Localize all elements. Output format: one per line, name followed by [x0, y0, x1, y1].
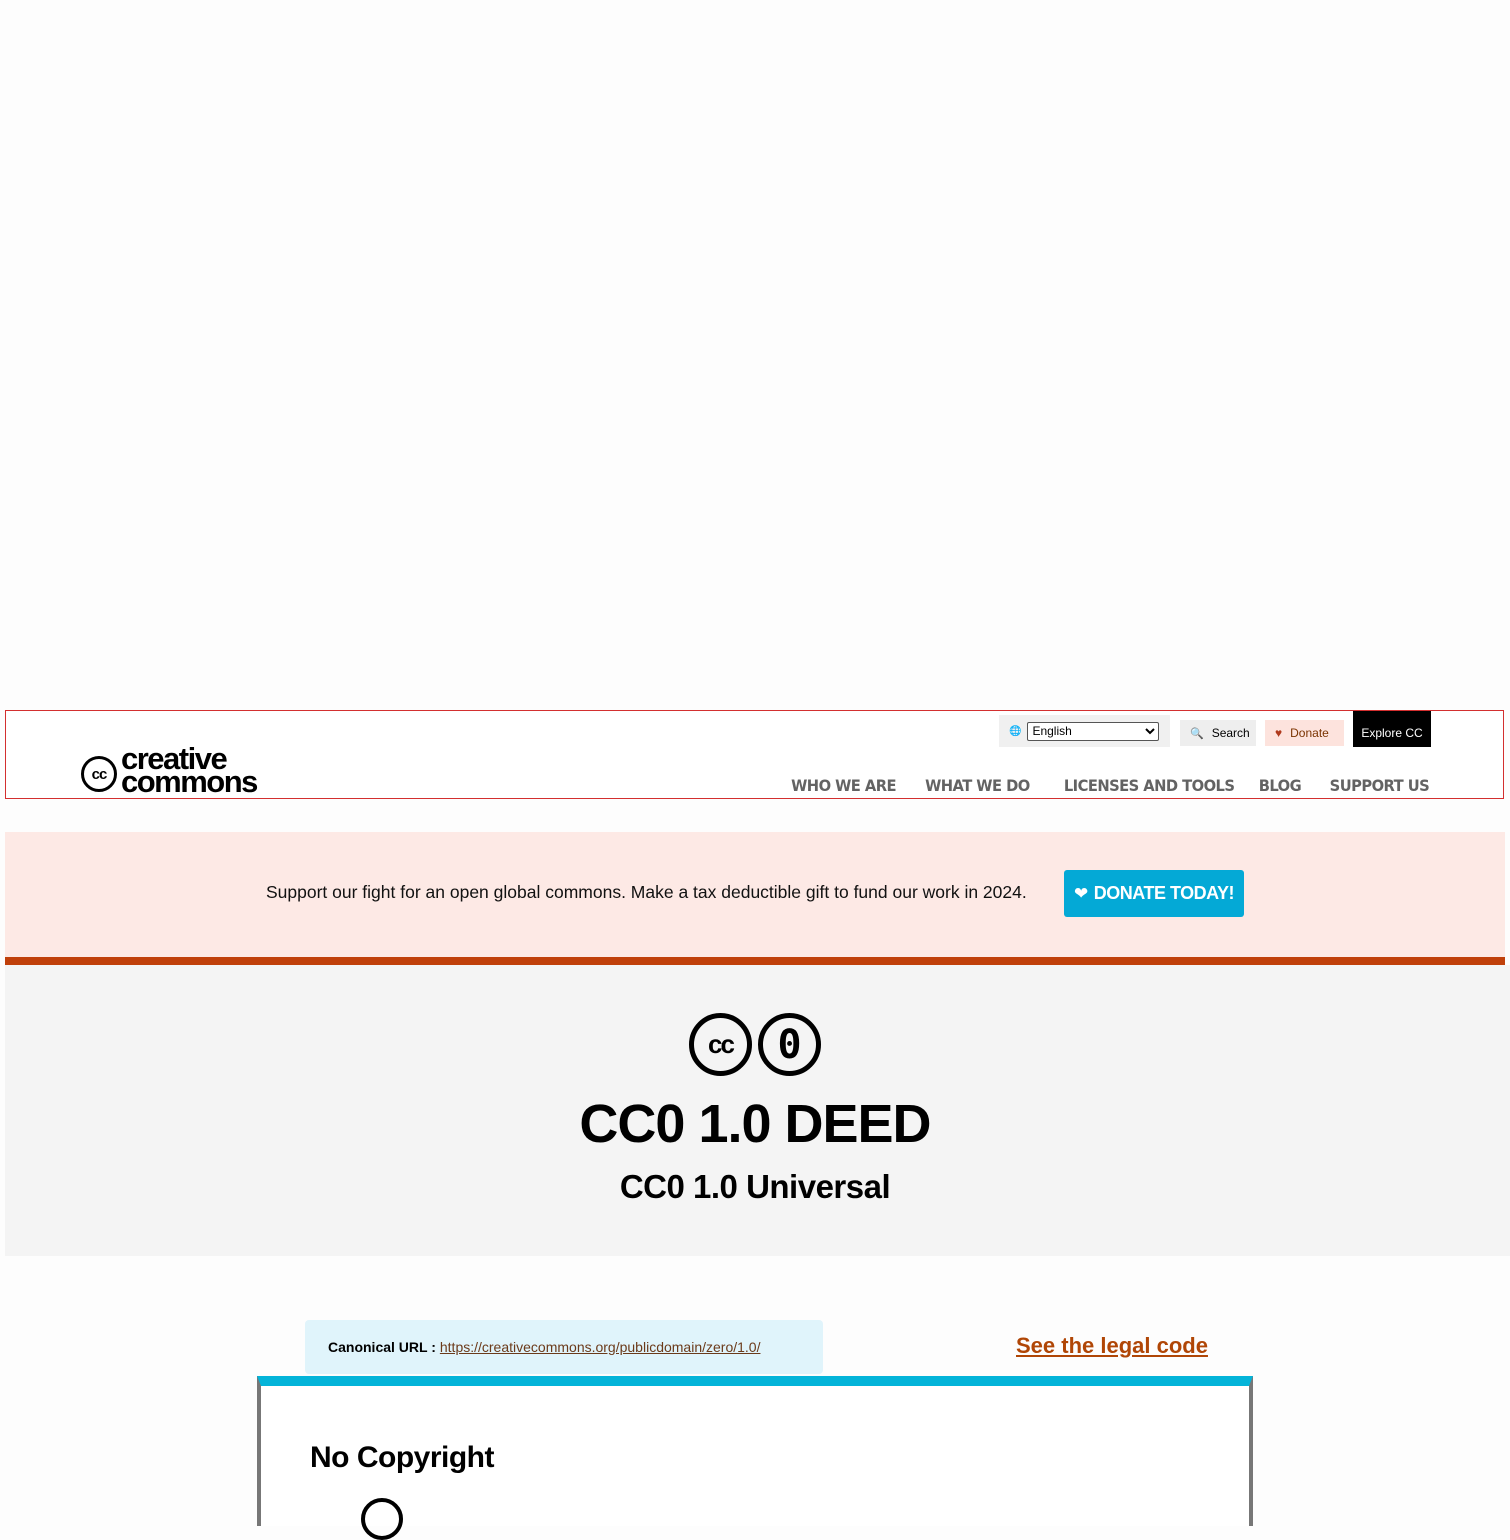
nav-item-support-us[interactable]: SUPPORT US: [1329, 776, 1429, 795]
canonical-url-label: Canonical URL :: [328, 1339, 436, 1355]
canonical-url-box: Canonical URL : https://creativecommons.…: [305, 1320, 823, 1374]
nav-item-blog[interactable]: BLOG: [1258, 776, 1301, 795]
banner-text: Support our fight for an open global com…: [266, 882, 1027, 902]
donate-label: Donate: [1290, 726, 1329, 740]
main-nav: WHO WE ARE WHAT WE DO LICENSES AND TOOLS…: [782, 776, 1430, 795]
page-subtitle: CC0 1.0 Universal: [619, 1168, 891, 1205]
donation-banner: Support our fight for an open global com…: [5, 832, 1505, 957]
canonical-url-link[interactable]: https://creativecommons.org/publicdomain…: [440, 1339, 761, 1355]
no-copyright-card: No Copyright: [257, 1376, 1253, 1540]
search-label: Search: [1211, 726, 1250, 740]
explore-cc-label: Explore CC: [1361, 726, 1423, 740]
language-switcher: 🌐 English: [999, 715, 1170, 747]
card-title: No Copyright: [310, 1441, 494, 1474]
public-domain-icon: [361, 1498, 403, 1540]
license-badges: cc 0: [689, 1013, 821, 1076]
donate-today-button[interactable]: ❤ DONATE TODAY!: [1064, 870, 1244, 917]
explore-cc-button[interactable]: Explore CC: [1353, 711, 1431, 747]
cc-icon: cc: [689, 1013, 752, 1076]
donate-today-label: DONATE TODAY!: [1093, 883, 1235, 903]
zero-icon: 0: [758, 1013, 821, 1076]
page-title: CC0 1.0 DEED: [579, 1094, 931, 1154]
logo-line-2: commons: [121, 764, 258, 799]
site-header: cc creative commons 🌐 English 🔍 Search ♥…: [5, 710, 1504, 799]
heart-icon: ♥: [1275, 726, 1283, 740]
nav-item-who-we-are[interactable]: WHO WE ARE: [791, 776, 896, 795]
language-select[interactable]: English: [1027, 721, 1160, 741]
logo-wordmark: creative commons: [121, 743, 258, 799]
deed-hero: cc 0 CC0 1.0 DEED CC0 1.0 Universal: [5, 965, 1510, 1256]
cc-logo-icon: cc: [81, 756, 117, 792]
heart-cc-icon: ❤: [1074, 883, 1088, 903]
nav-item-licenses-and-tools[interactable]: LICENSES AND TOOLS: [1064, 776, 1235, 795]
creative-commons-logo[interactable]: cc creative commons: [81, 743, 281, 799]
search-button[interactable]: 🔍 Search: [1180, 720, 1256, 746]
search-icon: 🔍: [1190, 727, 1204, 740]
banner-divider: [5, 957, 1505, 965]
nav-item-what-we-do[interactable]: WHAT WE DO: [925, 776, 1030, 795]
globe-icon: 🌐: [1009, 725, 1022, 737]
donate-button[interactable]: ♥ Donate: [1265, 720, 1344, 746]
legal-code-link[interactable]: See the legal code: [1016, 1333, 1208, 1359]
